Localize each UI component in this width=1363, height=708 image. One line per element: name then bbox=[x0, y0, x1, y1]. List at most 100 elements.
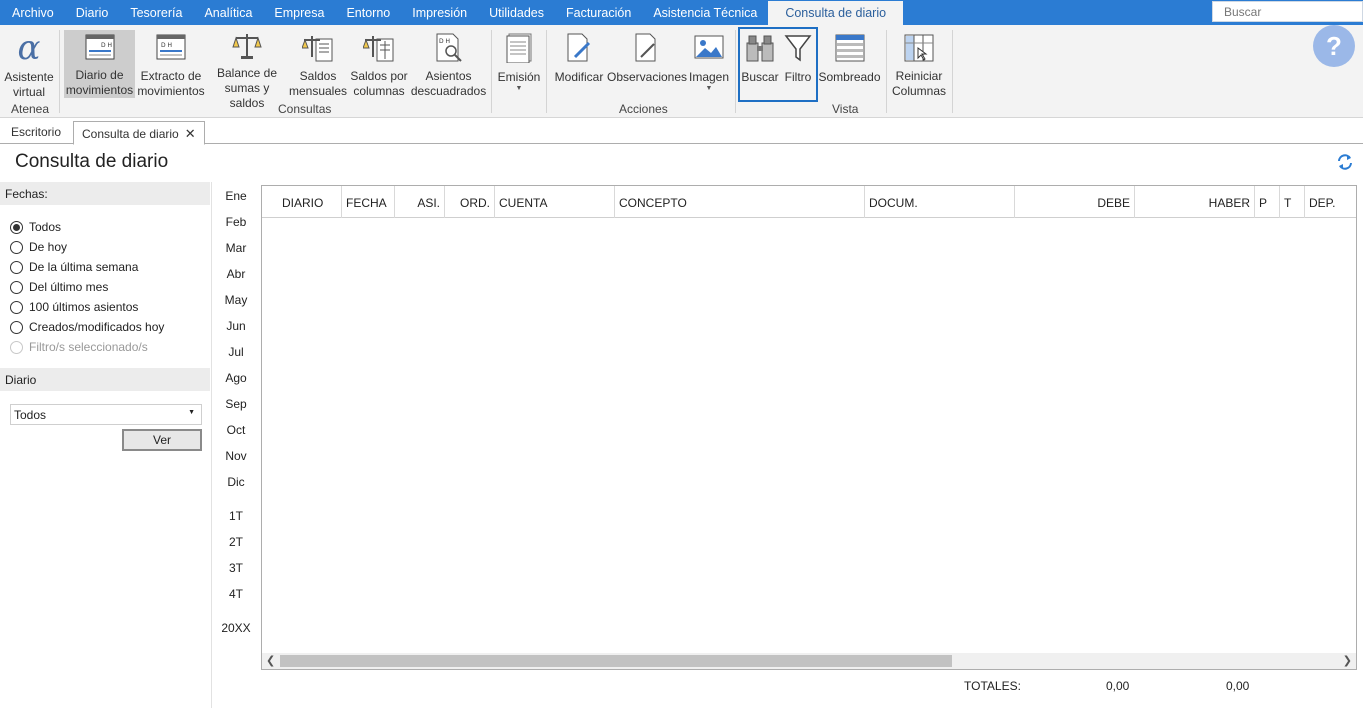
extracto-de-movimientos-button[interactable]: D H Extracto de movimientos bbox=[137, 29, 205, 99]
chevron-down-icon: ▼ bbox=[188, 409, 195, 416]
diario-de-movimientos-label: Diario de movimientos bbox=[65, 68, 134, 97]
month-jun[interactable]: Jun bbox=[212, 319, 260, 333]
horizontal-scrollbar[interactable]: ❮ ❯ bbox=[262, 653, 1356, 669]
menu-bar: Archivo Diario Tesorería Analítica Empre… bbox=[0, 0, 1363, 25]
column-header-diario[interactable]: DIARIO bbox=[262, 186, 342, 218]
ribbon-separator bbox=[886, 30, 887, 113]
diario-de-movimientos-button[interactable]: D H Diario de movimientos bbox=[64, 30, 135, 98]
reset-columns-icon bbox=[902, 31, 936, 64]
asistente-virtual-button[interactable]: α Asistente virtual bbox=[2, 29, 56, 99]
scale-list-icon bbox=[301, 31, 335, 64]
saldos-mensuales-button[interactable]: Saldos mensuales bbox=[288, 29, 348, 99]
month-may[interactable]: May bbox=[212, 293, 260, 307]
radio-label: De la última semana bbox=[29, 260, 139, 274]
ribbon: α Asistente virtual Atenea D H Diario de… bbox=[0, 25, 1363, 118]
balance-sumas-saldos-button[interactable]: Balance de sumas y saldos bbox=[208, 29, 286, 110]
modificar-button[interactable]: Modificar bbox=[552, 29, 606, 99]
radio-de-hoy[interactable]: De hoy bbox=[10, 239, 67, 255]
quarter-2t[interactable]: 2T bbox=[212, 535, 260, 549]
help-icon[interactable]: ? bbox=[1313, 25, 1355, 67]
menu-empresa[interactable]: Empresa bbox=[263, 0, 335, 25]
menu-asistencia-tecnica[interactable]: Asistencia Técnica bbox=[642, 0, 768, 25]
sombreado-button[interactable]: Sombreado bbox=[818, 29, 881, 99]
column-header-ord[interactable]: ORD. bbox=[445, 186, 495, 218]
refresh-icon[interactable] bbox=[1336, 153, 1354, 171]
radio-creados-modificados[interactable]: Creados/modificados hoy bbox=[10, 319, 164, 335]
quarter-4t[interactable]: 4T bbox=[212, 587, 260, 601]
month-mar[interactable]: Mar bbox=[212, 241, 260, 255]
emision-label: Emisión bbox=[497, 70, 541, 84]
month-abr[interactable]: Abr bbox=[212, 267, 260, 281]
saldos-mensuales-label: Saldos mensuales bbox=[288, 69, 348, 98]
menu-impresion[interactable]: Impresión bbox=[401, 0, 478, 25]
column-header-t[interactable]: T bbox=[1280, 186, 1305, 218]
group-label-consultas: Consultas bbox=[278, 102, 332, 116]
diario-select-value: Todos bbox=[14, 408, 47, 422]
menu-consulta-de-diario[interactable]: Consulta de diario bbox=[768, 1, 904, 25]
menu-tesoreria[interactable]: Tesorería bbox=[119, 0, 193, 25]
column-header-concepto[interactable]: CONCEPTO bbox=[615, 186, 865, 218]
menu-utilidades[interactable]: Utilidades bbox=[478, 0, 555, 25]
fechas-heading: Fechas: bbox=[0, 182, 210, 205]
scale-icon bbox=[230, 31, 264, 61]
diario-select[interactable]: Todos ▼ bbox=[10, 404, 202, 425]
month-ene[interactable]: Ene bbox=[212, 189, 260, 203]
column-header-cuenta[interactable]: CUENTA bbox=[495, 186, 615, 218]
column-header-docum[interactable]: DOCUM. bbox=[865, 186, 1015, 218]
radio-100-ultimos[interactable]: 100 últimos asientos bbox=[10, 299, 138, 315]
radio-ultima-semana[interactable]: De la última semana bbox=[10, 259, 138, 275]
journal-grid[interactable]: DIARIO FECHA ASI. ORD. CUENTA CONCEPTO D… bbox=[261, 185, 1357, 670]
quarter-3t[interactable]: 3T bbox=[212, 561, 260, 575]
menu-diario[interactable]: Diario bbox=[65, 0, 120, 25]
scrollbar-thumb[interactable] bbox=[280, 655, 952, 667]
month-feb[interactable]: Feb bbox=[212, 215, 260, 229]
radio-icon bbox=[10, 240, 23, 254]
radio-todos[interactable]: Todos bbox=[10, 219, 61, 235]
scroll-left-icon[interactable]: ❮ bbox=[266, 654, 275, 667]
radio-icon bbox=[10, 320, 23, 334]
scroll-right-icon[interactable]: ❯ bbox=[1343, 654, 1352, 667]
saldos-por-columnas-button[interactable]: Saldos por columnas bbox=[349, 29, 409, 99]
buscar-button[interactable]: Buscar bbox=[741, 29, 779, 99]
month-ago[interactable]: Ago bbox=[212, 371, 260, 385]
column-header-asi[interactable]: ASI. bbox=[395, 186, 445, 218]
year-button[interactable]: 20XX bbox=[212, 621, 260, 635]
emision-button[interactable]: Emisión ▼ bbox=[496, 29, 542, 99]
filtro-button[interactable]: Filtro bbox=[781, 29, 815, 99]
ribbon-separator bbox=[491, 30, 492, 113]
search-input[interactable]: Buscar bbox=[1212, 1, 1363, 22]
group-label-atenea: Atenea bbox=[11, 102, 50, 116]
menu-archivo[interactable]: Archivo bbox=[0, 0, 65, 25]
column-header-haber[interactable]: HABER bbox=[1135, 186, 1255, 218]
radio-ultimo-mes[interactable]: Del último mes bbox=[10, 279, 108, 295]
close-icon[interactable]: ✕ bbox=[185, 126, 196, 141]
month-oct[interactable]: Oct bbox=[212, 423, 260, 437]
menu-analitica[interactable]: Analítica bbox=[193, 0, 263, 25]
column-header-p[interactable]: P bbox=[1255, 186, 1280, 218]
month-dic[interactable]: Dic bbox=[212, 475, 260, 489]
month-jul[interactable]: Jul bbox=[212, 345, 260, 359]
ribbon-separator bbox=[735, 30, 736, 113]
document-tab-bar: Escritorio Consulta de diario ✕ bbox=[0, 118, 1363, 145]
menu-entorno[interactable]: Entorno bbox=[335, 0, 401, 25]
asientos-descuadrados-button[interactable]: D H Asientos descuadrados bbox=[411, 29, 486, 99]
month-sep[interactable]: Sep bbox=[212, 397, 260, 411]
tab-consulta-de-diario[interactable]: Consulta de diario ✕ bbox=[73, 121, 205, 145]
column-header-debe[interactable]: DEBE bbox=[1015, 186, 1135, 218]
scale-columns-icon bbox=[362, 31, 396, 64]
note-document-icon bbox=[630, 31, 664, 65]
totals-haber: 0,00 bbox=[1226, 679, 1250, 693]
column-header-dep[interactable]: DEP. bbox=[1305, 186, 1356, 218]
tab-escritorio[interactable]: Escritorio bbox=[3, 121, 69, 144]
observaciones-button[interactable]: Observaciones bbox=[607, 29, 687, 99]
menu-facturacion[interactable]: Facturación bbox=[555, 0, 642, 25]
reiniciar-columnas-button[interactable]: Reiniciar Columnas bbox=[891, 29, 947, 99]
column-header-fecha[interactable]: FECHA bbox=[342, 186, 395, 218]
quarter-1t[interactable]: 1T bbox=[212, 509, 260, 523]
balance-sumas-saldos-label: Balance de sumas y saldos bbox=[216, 66, 278, 110]
ver-button[interactable]: Ver bbox=[122, 429, 202, 451]
imagen-button[interactable]: Imagen ▼ bbox=[688, 29, 730, 99]
month-nov[interactable]: Nov bbox=[212, 449, 260, 463]
svg-text:D H: D H bbox=[101, 42, 112, 49]
ribbon-separator bbox=[546, 30, 547, 113]
